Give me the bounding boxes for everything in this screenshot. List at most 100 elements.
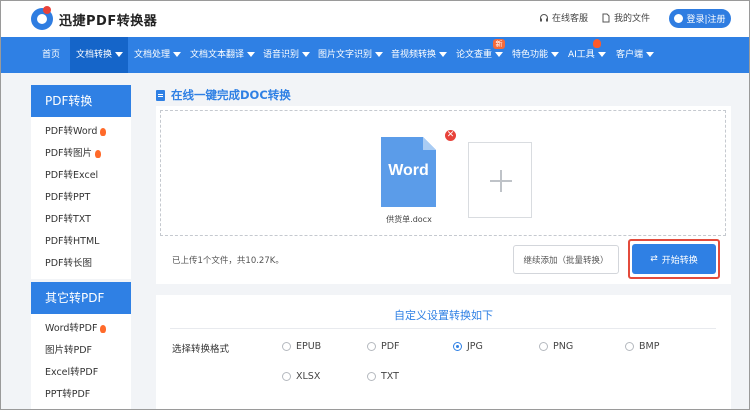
sidebar-item-pdf-to-txt[interactable]: PDF转TXT bbox=[31, 209, 131, 231]
nav-item-av-convert[interactable]: 音视频转换 bbox=[391, 37, 448, 73]
file-drop-zone[interactable]: Word ✕ 供货单.docx bbox=[160, 110, 726, 236]
start-convert-label: 开始转换 bbox=[661, 255, 698, 266]
flame-icon bbox=[100, 325, 107, 333]
login-register-button[interactable]: 登录|注册 bbox=[669, 9, 731, 28]
remove-file-icon[interactable]: ✕ bbox=[445, 130, 456, 141]
nav-label: 文档处理 bbox=[134, 50, 171, 60]
nav-item-home[interactable]: 首页 bbox=[13, 37, 61, 73]
nav-item-features[interactable]: 特色功能 bbox=[512, 37, 560, 73]
sidebar-heading-pdf: PDF转换 bbox=[31, 85, 131, 117]
sidebar-item-label: PDF转HTML bbox=[45, 236, 100, 247]
customer-service-link[interactable]: 在线客服 bbox=[539, 11, 588, 24]
plus-icon-vertical bbox=[500, 170, 502, 192]
chevron-down-icon bbox=[439, 52, 448, 57]
main-nav: 首页 文档转换 文档处理 文档文本翻译 语音识别 图片文字识别 音视频转换 论文… bbox=[1, 37, 749, 73]
format-option-bmp[interactable]: BMP bbox=[625, 341, 659, 352]
chevron-down-icon bbox=[247, 52, 256, 57]
brand-name[interactable]: 迅捷PDF转换器 bbox=[59, 10, 157, 29]
sidebar-item-pdf-to-excel[interactable]: PDF转Excel bbox=[31, 165, 131, 187]
nav-item-doc-process[interactable]: 文档处理 bbox=[134, 37, 182, 73]
format-option-jpg[interactable]: JPG bbox=[453, 341, 483, 352]
word-file-icon-text: Word bbox=[388, 162, 429, 179]
radio-icon bbox=[367, 342, 376, 351]
format-option-label: XLSX bbox=[296, 371, 321, 382]
format-option-xlsx[interactable]: XLSX bbox=[282, 371, 320, 382]
upload-status: 已上传1个文件，共10.27K。 bbox=[172, 256, 284, 266]
format-option-epub[interactable]: EPUB bbox=[282, 341, 321, 352]
format-option-label: TXT bbox=[381, 371, 399, 382]
format-option-label: EPUB bbox=[296, 341, 322, 352]
format-label: 选择转换格式 bbox=[172, 344, 230, 355]
settings-title: 自定义设置转换如下 bbox=[394, 309, 493, 322]
sidebar-item-pdf-to-word[interactable]: PDF转Word bbox=[31, 121, 131, 143]
format-option-label: PDF bbox=[381, 341, 400, 352]
nav-item-translate[interactable]: 文档文本翻译 bbox=[190, 37, 256, 73]
sidebar-item-image-to-pdf[interactable]: 图片转PDF bbox=[31, 340, 131, 362]
chevron-down-icon bbox=[375, 52, 384, 57]
nav-item-client[interactable]: 客户端 bbox=[616, 37, 655, 73]
nav-label: 客户端 bbox=[616, 50, 644, 60]
sidebar-item-label: PDF转图片 bbox=[45, 148, 93, 159]
sidebar-item-pdf-to-long-image[interactable]: PDF转长图 bbox=[31, 253, 131, 275]
chevron-down-icon bbox=[597, 52, 606, 57]
radio-icon bbox=[282, 372, 291, 381]
continue-add-button[interactable]: 继续添加（批量转换） bbox=[513, 245, 619, 274]
uploaded-file-name: 供货单.docx bbox=[386, 215, 432, 224]
nav-label: 文档文本翻译 bbox=[190, 50, 245, 60]
radio-icon bbox=[282, 342, 291, 351]
format-option-png[interactable]: PNG bbox=[539, 341, 573, 352]
sidebar-item-pdf-to-ppt[interactable]: PDF转PPT bbox=[31, 187, 131, 209]
flame-icon bbox=[100, 128, 107, 136]
sidebar-item-label: 图片转PDF bbox=[45, 345, 93, 356]
nav-label: 语音识别 bbox=[263, 50, 300, 60]
sidebar-pdf-convert: PDF转换 PDF转Word PDF转图片 PDF转Excel PDF转PPT … bbox=[31, 85, 131, 279]
customer-service-label: 在线客服 bbox=[552, 14, 589, 24]
sidebar-item-word-to-pdf[interactable]: Word转PDF bbox=[31, 318, 131, 340]
user-icon bbox=[674, 14, 684, 23]
top-header: 迅捷PDF转换器 在线客服 我的文件 登录|注册 bbox=[1, 1, 749, 37]
sidebar-item-ppt-to-pdf[interactable]: PPT转PDF bbox=[31, 384, 131, 406]
format-option-txt[interactable]: TXT bbox=[367, 371, 399, 382]
my-files-label: 我的文件 bbox=[614, 14, 651, 24]
page-title: 在线一键完成DOC转换 bbox=[156, 87, 291, 103]
nav-item-ocr[interactable]: 图片文字识别 bbox=[318, 37, 384, 73]
uploaded-file-card[interactable]: Word bbox=[381, 137, 436, 207]
my-files-link[interactable]: 我的文件 bbox=[601, 11, 650, 24]
start-convert-button[interactable]: ⇄ 开始转换 bbox=[632, 244, 716, 274]
sidebar-item-label: PDF转长图 bbox=[45, 258, 93, 269]
flame-icon bbox=[95, 150, 102, 158]
word-file-icon: Word bbox=[381, 137, 436, 207]
radio-icon bbox=[539, 342, 548, 351]
sidebar-item-label: PPT转PDF bbox=[45, 389, 91, 400]
headset-icon bbox=[540, 13, 548, 21]
sidebar-item-pdf-to-image[interactable]: PDF转图片 bbox=[31, 143, 131, 165]
nav-label: 文档转换 bbox=[76, 50, 113, 60]
page-title-text: 在线一键完成DOC转换 bbox=[171, 88, 291, 102]
nav-label: 论文查重 bbox=[456, 50, 493, 60]
nav-label: 首页 bbox=[42, 50, 61, 60]
flame-icon bbox=[593, 39, 601, 48]
chevron-down-icon bbox=[173, 52, 182, 57]
sidebar-heading-other: 其它转PDF bbox=[31, 282, 131, 314]
sidebar-list: Word转PDF 图片转PDF Excel转PDF PPT转PDF bbox=[31, 314, 131, 409]
sidebar-item-excel-to-pdf[interactable]: Excel转PDF bbox=[31, 362, 131, 384]
document-icon bbox=[156, 89, 165, 101]
nav-item-speech[interactable]: 语音识别 bbox=[263, 37, 311, 73]
sidebar-item-pdf-to-html[interactable]: PDF转HTML bbox=[31, 231, 131, 253]
sidebar-item-label: PDF转PPT bbox=[45, 192, 91, 203]
nav-label: 音视频转换 bbox=[391, 50, 437, 60]
chevron-down-icon bbox=[115, 52, 124, 57]
new-badge: 新 bbox=[493, 39, 505, 49]
login-register-label: 登录|注册 bbox=[686, 15, 726, 25]
chevron-down-icon bbox=[646, 52, 655, 57]
nav-item-doc-convert[interactable]: 文档转换 bbox=[70, 37, 128, 73]
app-frame: 迅捷PDF转换器 在线客服 我的文件 登录|注册 首页 文档转换 文档处理 文档… bbox=[0, 0, 750, 410]
chevron-down-icon bbox=[302, 52, 311, 57]
file-icon bbox=[602, 13, 610, 22]
swap-arrows-icon: ⇄ bbox=[650, 254, 658, 264]
sidebar-list: PDF转Word PDF转图片 PDF转Excel PDF转PPT PDF转TX… bbox=[31, 117, 131, 279]
sidebar-item-label: Word转PDF bbox=[45, 323, 98, 334]
format-option-pdf[interactable]: PDF bbox=[367, 341, 400, 352]
add-file-button[interactable] bbox=[468, 142, 532, 218]
sidebar-other-to-pdf: 其它转PDF Word转PDF 图片转PDF Excel转PDF PPT转PDF bbox=[31, 282, 131, 409]
